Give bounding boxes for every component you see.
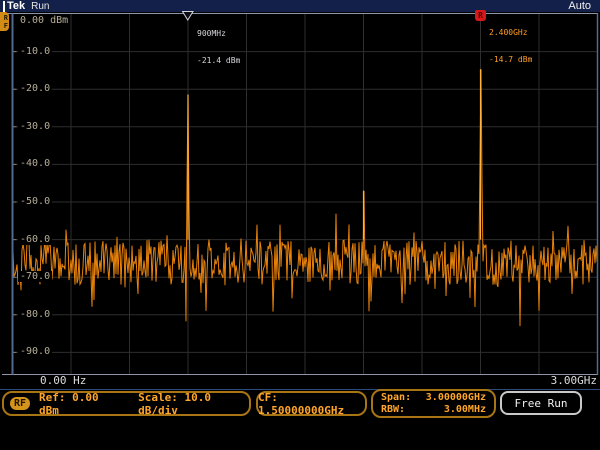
free-run-button[interactable]: Free Run: [500, 391, 582, 415]
marker-900mhz: 900MHz -21.4 dBm: [182, 11, 240, 83]
amp-label-40: -40.0: [18, 158, 52, 169]
amp-label-30: -30.0: [18, 121, 52, 132]
rf-trace-handle-bottom: F: [4, 22, 8, 30]
amp-label-10: -10.0: [18, 46, 52, 57]
reference-marker-icon: R: [475, 10, 486, 21]
span-value: 3.00000GHz: [426, 392, 486, 404]
rbw-label: RBW:: [381, 404, 405, 416]
rf-channel-badge: RF: [10, 397, 30, 410]
rbw-value: 3.00MHz: [444, 404, 486, 416]
amp-label-70: -70.0: [18, 271, 52, 282]
marker-reference: R 2.400GHz -14.7 dBm: [475, 10, 532, 82]
spectrum-analyzer-screen: Tek Run Auto R F 0.00 dBm -10.0 -20.0 -3…: [0, 0, 600, 450]
center-frequency-readout[interactable]: CF: 1.50000000GHz: [256, 391, 367, 416]
ref-scale-readout[interactable]: RF Ref: 0.00 dBm Scale: 10.0 dB/div: [2, 391, 251, 416]
marker-900mhz-freq: 900MHz: [197, 29, 240, 38]
amp-label-50: -50.0: [18, 196, 52, 207]
span-rbw-readout[interactable]: Span: 3.00000GHz RBW: 3.00MHz: [371, 389, 496, 418]
freq-start-label: 0.00 Hz: [40, 375, 86, 387]
amp-label-80: -80.0: [18, 309, 52, 320]
marker-ref-amp: -14.7 dBm: [489, 55, 532, 64]
free-run-label: Free Run: [515, 397, 568, 410]
marker-ref-freq: 2.400GHz: [489, 28, 532, 37]
ref-level-readout: Ref: 0.00 dBm: [39, 391, 119, 417]
amp-label-20: -20.0: [18, 83, 52, 94]
span-label: Span:: [381, 392, 411, 404]
marker-triangle-icon: [182, 11, 194, 21]
freq-stop-label: 3.00GHz: [551, 375, 597, 387]
rf-trace-handle-top: R: [4, 14, 8, 22]
amp-label-90: -90.0: [18, 346, 52, 357]
marker-900mhz-amp: -21.4 dBm: [197, 56, 240, 65]
amp-label-60: -60.0: [18, 234, 52, 245]
scale-readout: Scale: 10.0 dB/div: [138, 391, 249, 417]
cf-value: CF: 1.50000000GHz: [258, 391, 365, 417]
amp-label-0: 0.00 dBm: [18, 15, 70, 26]
rf-trace-handle[interactable]: R F: [0, 12, 9, 31]
